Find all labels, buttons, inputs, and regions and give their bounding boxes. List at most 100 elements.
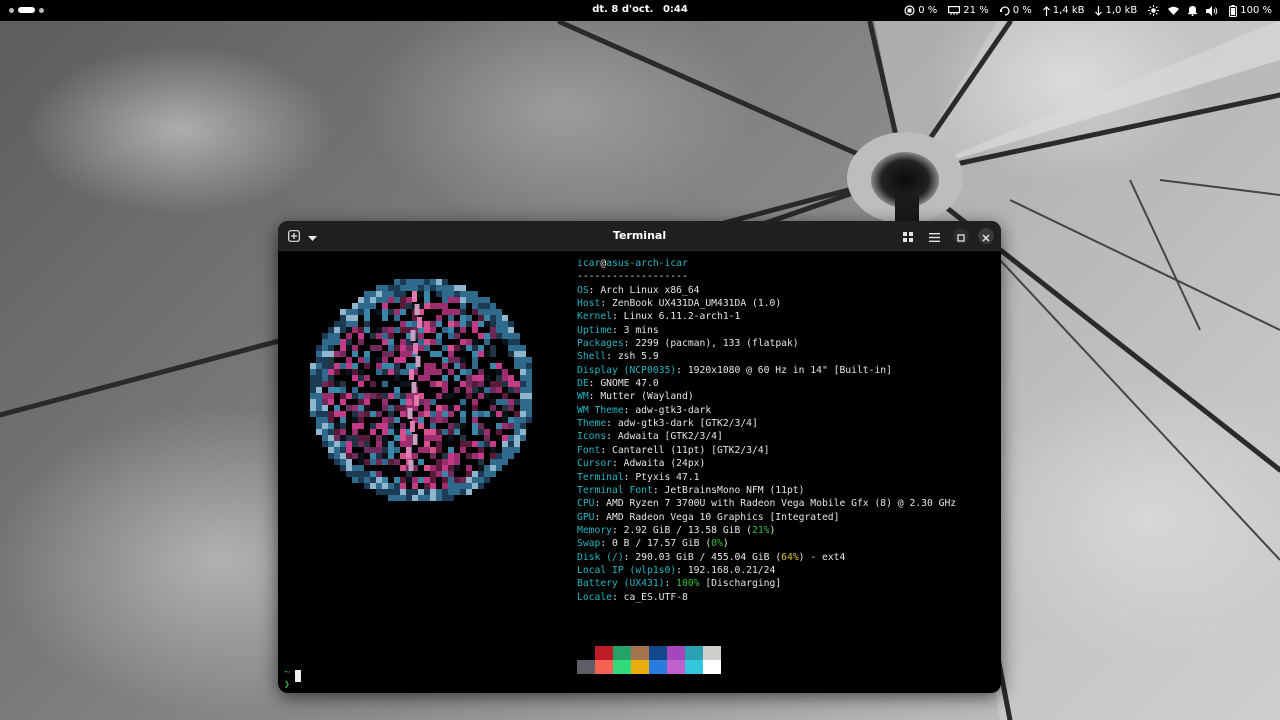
logo-pixel [346, 393, 352, 399]
info-row: Display (NCP0035): 1920x1080 @ 60 Hz in … [577, 364, 956, 377]
terminal-window[interactable]: Terminal icar@asus-arch-icar -----------… [278, 221, 1001, 693]
maximize-button[interactable] [953, 228, 969, 244]
logo-pixel [514, 345, 520, 351]
logo-pixel [496, 363, 502, 369]
logo-pixel [334, 333, 340, 339]
logo-pixel [346, 309, 352, 315]
logo-pixel [472, 321, 478, 327]
memory-icon [948, 6, 961, 15]
logo-pixel [460, 291, 466, 297]
logo-pixel [358, 465, 364, 471]
logo-pixel [352, 429, 358, 435]
logo-pixel [406, 447, 411, 458]
logo-pixel [334, 369, 340, 375]
logo-pixel [346, 327, 352, 333]
logo-pixel [520, 375, 526, 381]
logo-pixel [328, 453, 334, 459]
logo-pixel [442, 477, 448, 483]
logo-pixel [400, 429, 406, 435]
logo-pixel [334, 387, 340, 393]
logo-pixel [352, 327, 358, 333]
logo-pixel [436, 417, 442, 423]
logo-pixel [400, 405, 406, 411]
palette-swatch [613, 646, 631, 660]
logo-pixel [472, 399, 478, 405]
logo-pixel [382, 393, 388, 399]
logo-pixel [520, 393, 526, 399]
logo-pixel [358, 369, 364, 375]
logo-pixel [478, 411, 484, 417]
logo-pixel [364, 291, 370, 297]
logo-pixel [370, 381, 376, 387]
logo-pixel [352, 435, 358, 441]
logo-pixel [382, 309, 388, 315]
logo-pixel [394, 345, 400, 351]
window-title: Terminal [612, 229, 667, 242]
cpu-indicator[interactable]: 0 % [904, 5, 937, 16]
memory-indicator[interactable]: 21 % [948, 5, 989, 16]
logo-pixel [466, 441, 472, 447]
terminal-output[interactable]: icar@asus-arch-icar ------------------- … [278, 251, 1001, 693]
logo-pixel [490, 303, 496, 309]
logo-pixel [376, 435, 382, 441]
logo-pixel [496, 453, 502, 459]
upload-indicator[interactable]: 1,4 kB [1042, 5, 1084, 16]
system-info-list: icar@asus-arch-icar ------------------- … [577, 257, 956, 604]
download-indicator[interactable]: 1,0 kB [1095, 5, 1137, 16]
logo-pixel [460, 345, 466, 351]
logo-pixel [478, 351, 484, 357]
logo-pixel [358, 333, 364, 339]
logo-pixel [448, 309, 454, 315]
close-button[interactable] [978, 228, 994, 244]
logo-pixel [430, 351, 436, 357]
logo-pixel [406, 441, 412, 447]
logo-pixel [358, 375, 364, 381]
logo-pixel [490, 453, 496, 459]
logo-pixel [334, 459, 340, 465]
download-arrow-icon [1095, 5, 1103, 16]
logo-pixel [466, 387, 472, 393]
logo-pixel [346, 447, 352, 453]
window-titlebar[interactable]: Terminal [278, 221, 1001, 251]
status-icons[interactable] [1148, 5, 1218, 16]
logo-pixel [394, 495, 400, 501]
info-percent: 100% [676, 578, 700, 590]
logo-pixel [364, 315, 370, 321]
logo-pixel [358, 399, 364, 405]
logo-pixel [442, 453, 448, 459]
logo-pixel [352, 369, 358, 375]
logo-pixel [472, 303, 478, 309]
logo-pixel [316, 369, 322, 375]
logo-pixel [406, 363, 412, 369]
logo-pixel [526, 399, 532, 405]
logo-pixel [430, 285, 436, 291]
tab-overview-button[interactable] [900, 228, 916, 244]
logo-pixel [388, 333, 394, 339]
logo-pixel [436, 333, 442, 339]
logo-pixel [484, 375, 490, 381]
logo-pixel [310, 405, 316, 411]
logo-pixel [382, 489, 388, 495]
logo-pixel [388, 417, 394, 423]
battery-indicator[interactable]: 100 % [1229, 4, 1272, 17]
logo-pixel [442, 381, 448, 387]
logo-pixel [454, 405, 460, 411]
logo-pixel [406, 297, 412, 303]
info-key: CPU [577, 498, 595, 510]
info-row-disk: Disk (/): 290.03 GiB / 455.04 GiB (64%) … [577, 551, 956, 564]
logo-pixel [454, 387, 460, 393]
logo-pixel [370, 333, 376, 339]
logo-pixel [370, 459, 376, 465]
main-menu-button[interactable] [926, 228, 942, 244]
logo-pixel [394, 285, 400, 291]
logo-pixel [508, 333, 514, 339]
logo-pixel [466, 465, 472, 471]
system-indicators[interactable]: 0 % 21 % 0 % 1,4 kB 1,0 kB 100 % [904, 0, 1272, 21]
battery-icon [1229, 4, 1238, 17]
logo-pixel [442, 429, 448, 435]
logo-pixel [502, 459, 508, 465]
logo-pixel [490, 441, 496, 447]
swap-indicator[interactable]: 0 % [999, 5, 1032, 16]
logo-pixel [478, 315, 484, 321]
logo-pixel [442, 417, 448, 423]
